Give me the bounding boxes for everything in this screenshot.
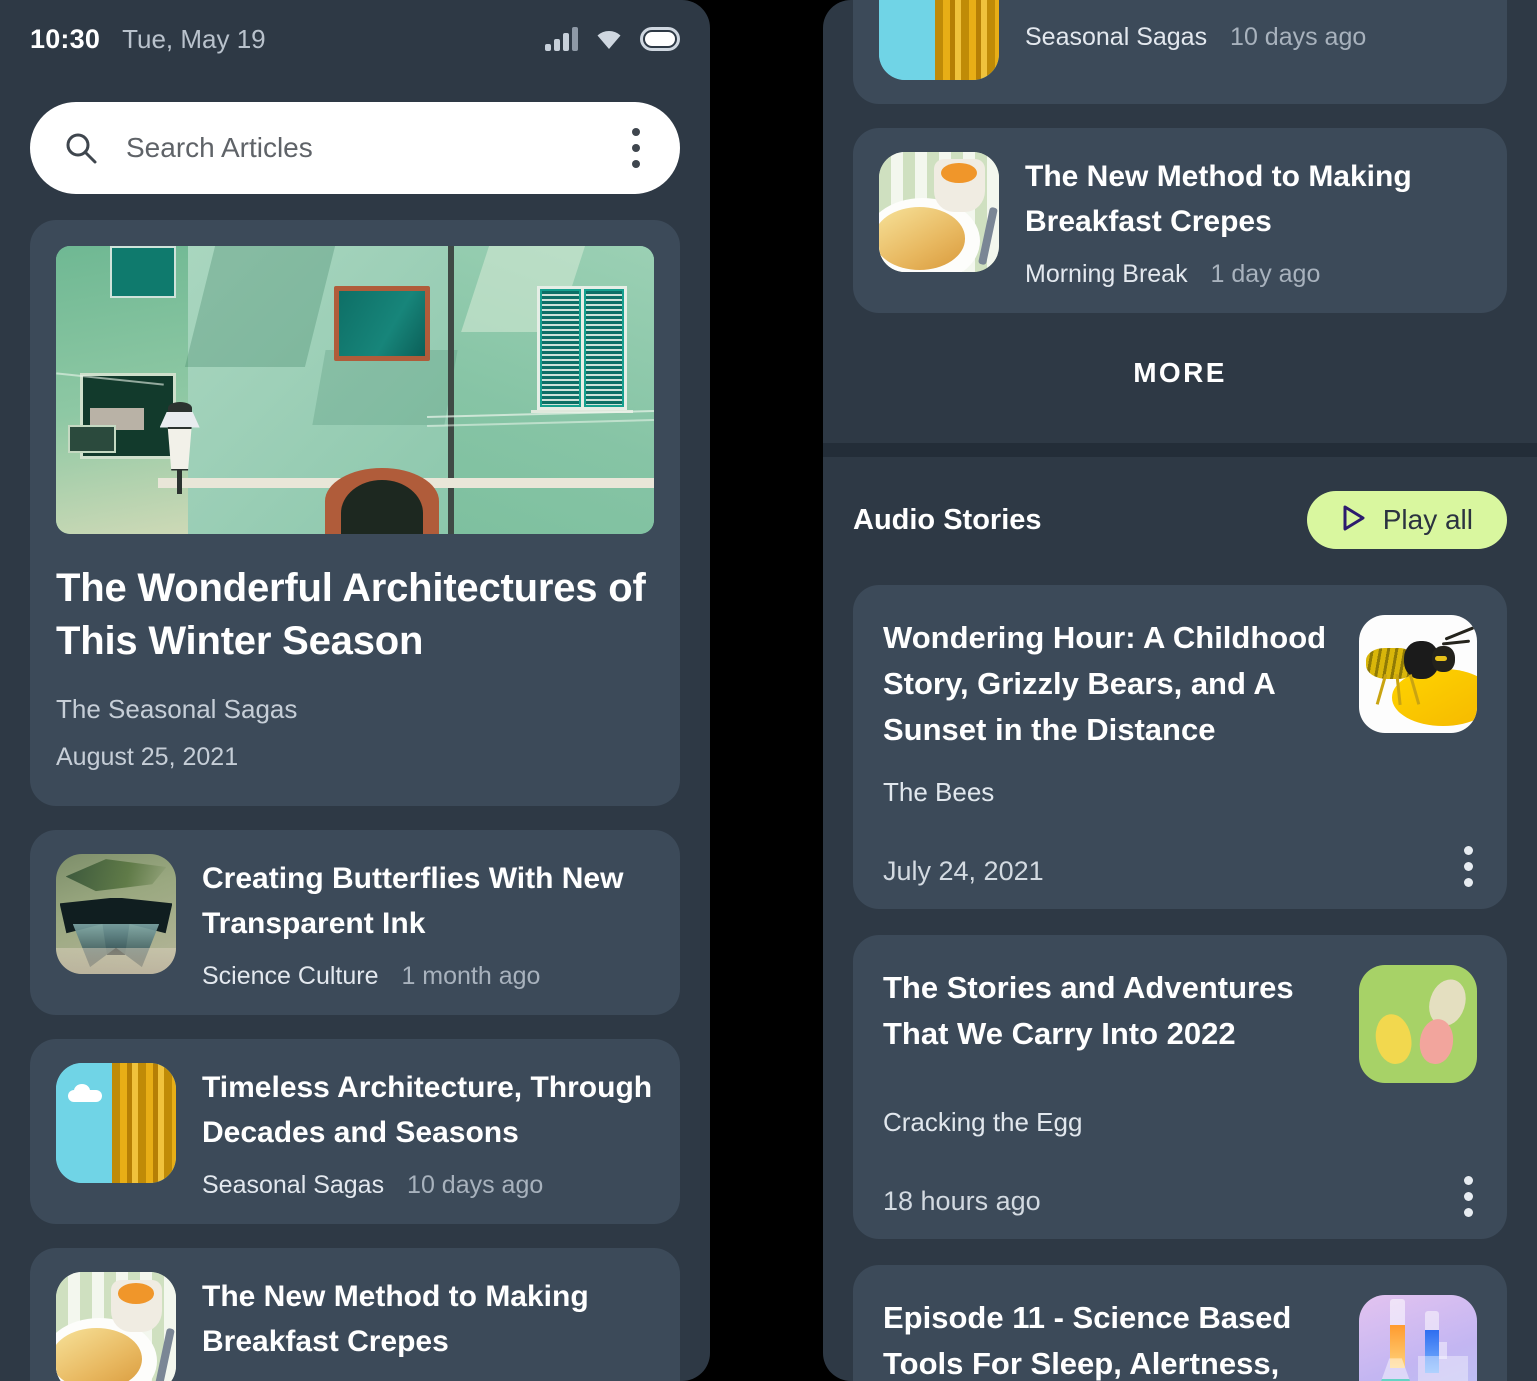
wifi-icon: [595, 28, 623, 50]
audio-thumbnail: [1359, 964, 1477, 1083]
article-time: 10 days ago: [1230, 23, 1367, 51]
audio-stories-header: Audio Stories Play all: [823, 457, 1537, 559]
left-phone-panel: 10:30 Tue, May 19 Search Articles The Wo…: [0, 0, 710, 1381]
featured-title: The Wonderful Architectures of This Wint…: [56, 566, 646, 664]
article-title: The New Method to Making Breakfast Crepe…: [1025, 160, 1412, 238]
article-source: Seasonal Sagas: [1025, 23, 1208, 51]
article-meta: Morning Break 1 day ago: [1025, 260, 1481, 289]
article-meta: Seasonal Sagas 10 days ago: [1025, 23, 1481, 52]
status-time: 10:30: [30, 23, 101, 54]
audio-card-2[interactable]: The Stories and Adventures That We Carry…: [853, 934, 1507, 1239]
article-body: Timeless Architecture, Through Decades a…: [202, 1063, 654, 1200]
article-body: The New Method to Making Breakfast Crepe…: [202, 1272, 654, 1381]
article-time: 10 days ago: [407, 1171, 544, 1200]
featured-source: The Seasonal Sagas: [56, 694, 298, 725]
signal-icon: [545, 27, 578, 51]
audio-title: The Stories and Adventures That We Carry…: [883, 969, 1294, 1051]
more-button[interactable]: MORE: [853, 313, 1507, 443]
featured-article-card[interactable]: The Wonderful Architectures of This Wint…: [30, 220, 680, 807]
article-body: Seasonal Sagas 10 days ago: [1025, 0, 1481, 52]
article-thumbnail: [879, 152, 999, 272]
audio-thumbnail: [1359, 1294, 1477, 1381]
kebab-menu-icon[interactable]: [1464, 845, 1477, 887]
article-title: The New Method to Making Breakfast Crepe…: [202, 1280, 589, 1359]
article-time: 1 day ago: [1210, 260, 1321, 288]
status-date: Tue, May 19: [122, 23, 266, 54]
audio-source: Cracking the Egg: [883, 1106, 1083, 1137]
audio-title: Wondering Hour: A Childhood Story, Grizz…: [883, 620, 1327, 747]
article-row-crepes[interactable]: The New Method to Making Breakfast Crepe…: [853, 128, 1507, 313]
status-icons: [545, 27, 680, 51]
play-all-button[interactable]: Play all: [1306, 491, 1507, 549]
audio-card-3[interactable]: Episode 11 - Science Based Tools For Sle…: [853, 1264, 1507, 1381]
featured-date: August 25, 2021: [56, 743, 239, 772]
search-bar-container: Search Articles: [0, 78, 710, 194]
section-divider: [823, 443, 1537, 457]
article-row-2[interactable]: Timeless Architecture, Through Decades a…: [30, 1039, 680, 1225]
article-time: 1 month ago: [401, 962, 541, 991]
article-title: Creating Butterflies With New Transparen…: [202, 862, 624, 941]
audio-stories-title: Audio Stories: [853, 503, 1042, 536]
article-meta: Science Culture 1 month ago: [202, 962, 654, 991]
scrolled-feed: Seasonal Sagas 10 days ago The New Metho…: [823, 0, 1537, 443]
play-triangle-icon: [1341, 504, 1367, 537]
search-icon: [64, 131, 98, 165]
audio-source: The Bees: [883, 776, 995, 807]
right-phone-panel: Seasonal Sagas 10 days ago The New Metho…: [823, 0, 1537, 1381]
status-bar: 10:30 Tue, May 19: [0, 0, 710, 78]
search-bar[interactable]: Search Articles: [30, 102, 680, 194]
article-source: Morning Break: [1025, 260, 1188, 288]
article-thumbnail: [56, 1063, 176, 1184]
screenshot-stage: 10:30 Tue, May 19 Search Articles The Wo…: [0, 0, 1537, 1381]
search-input[interactable]: Search Articles: [126, 132, 604, 164]
article-source: Science Culture: [202, 962, 379, 991]
play-all-label: Play all: [1382, 504, 1473, 535]
article-row-3[interactable]: The New Method to Making Breakfast Crepe…: [30, 1248, 680, 1381]
article-title: Timeless Architecture, Through Decades a…: [202, 1071, 653, 1150]
kebab-menu-icon[interactable]: [1464, 1175, 1477, 1217]
article-thumbnail: [56, 1272, 176, 1381]
article-row-partial[interactable]: Seasonal Sagas 10 days ago: [853, 0, 1507, 104]
article-body: Creating Butterflies With New Transparen…: [202, 854, 654, 991]
article-thumbnail: [879, 0, 999, 80]
article-feed: The Wonderful Architectures of This Wint…: [0, 194, 710, 1381]
article-body: The New Method to Making Breakfast Crepe…: [1025, 152, 1481, 289]
audio-card-1[interactable]: Wondering Hour: A Childhood Story, Grizz…: [853, 585, 1507, 909]
article-source: Seasonal Sagas: [202, 1171, 385, 1200]
audio-time: 18 hours ago: [883, 1185, 1041, 1216]
article-meta: Seasonal Sagas 10 days ago: [202, 1171, 654, 1200]
kebab-menu-icon[interactable]: [632, 128, 640, 168]
article-thumbnail: [56, 854, 176, 975]
article-row-1[interactable]: Creating Butterflies With New Transparen…: [30, 830, 680, 1016]
audio-time: July 24, 2021: [883, 855, 1044, 886]
battery-icon: [640, 27, 680, 51]
featured-image: [56, 246, 654, 534]
audio-thumbnail: [1359, 615, 1477, 733]
audio-title: Episode 11 - Science Based Tools For Sle…: [883, 1299, 1292, 1381]
